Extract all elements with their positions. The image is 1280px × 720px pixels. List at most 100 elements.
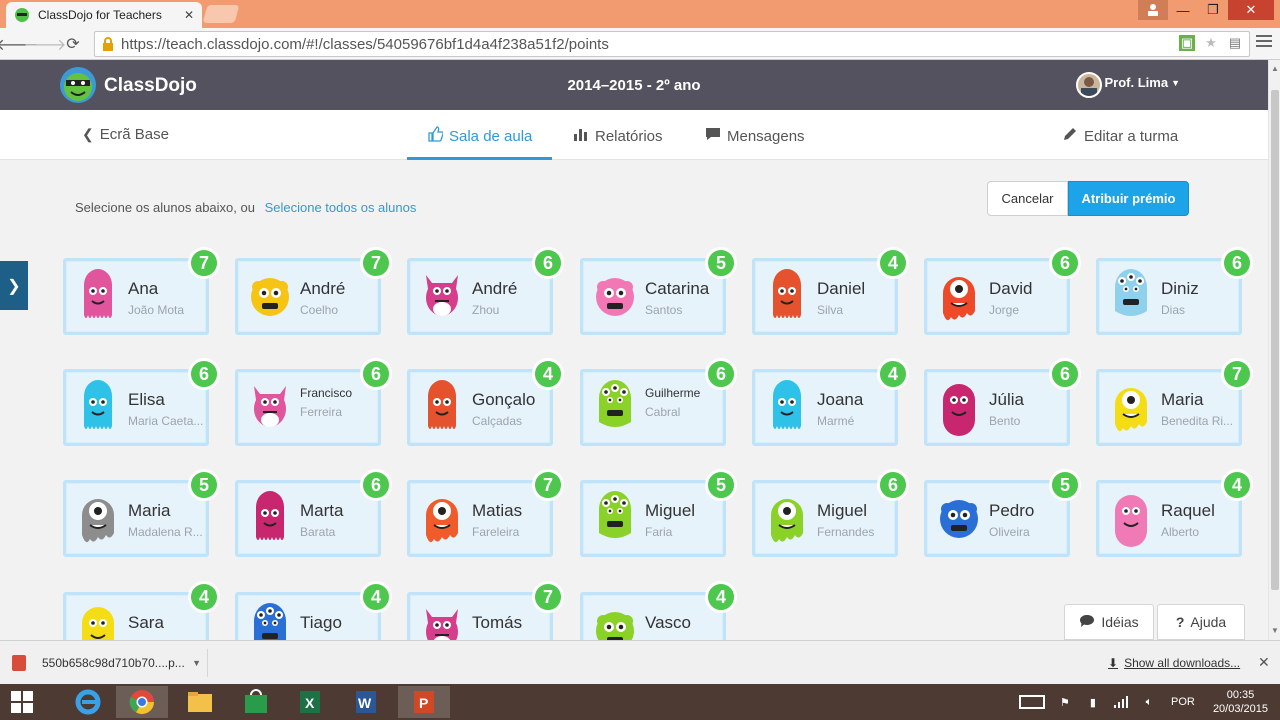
- ideas-label: Idéias: [1101, 614, 1139, 630]
- student-card[interactable]: André Coelho 7: [235, 247, 392, 335]
- points-badge: 5: [1049, 469, 1081, 501]
- page-scrollbar[interactable]: ▲ ▼: [1268, 60, 1280, 640]
- student-card[interactable]: Maria Madalena R... 5: [63, 469, 220, 557]
- student-last-name: Madalena R...: [128, 525, 203, 539]
- points-badge: 6: [1049, 247, 1081, 279]
- student-card[interactable]: Ana João Mota 7: [63, 247, 220, 335]
- student-first-name: Francisco: [300, 386, 353, 400]
- downloads-close-icon[interactable]: ✕: [1258, 654, 1270, 671]
- powerpoint-icon[interactable]: P: [398, 686, 450, 718]
- student-last-name: Santos: [645, 303, 683, 317]
- points-badge: 6: [360, 358, 392, 390]
- download-item[interactable]: 550b658c98d710b70....p... ▼: [8, 649, 208, 677]
- store-icon[interactable]: [230, 686, 282, 718]
- student-card[interactable]: Diniz Dias 6: [1096, 247, 1253, 335]
- svg-text:P: P: [419, 695, 428, 711]
- student-first-name: Maria: [128, 501, 171, 520]
- monster-avatar-icon: [591, 487, 639, 551]
- points-badge: 7: [532, 469, 564, 501]
- student-card[interactable]: Guilherme Cabral 6: [580, 358, 737, 446]
- word-icon[interactable]: W: [340, 686, 392, 718]
- action-center-flag-icon[interactable]: ⚑: [1056, 694, 1074, 710]
- monster-avatar-icon: [935, 376, 983, 440]
- chrome-icon[interactable]: [116, 686, 168, 718]
- keyboard-icon[interactable]: [1018, 694, 1046, 710]
- show-all-label: Show all downloads...: [1124, 656, 1241, 670]
- student-last-name: Silva: [817, 303, 844, 317]
- download-options-icon[interactable]: ▼: [192, 658, 201, 668]
- points-badge: 4: [877, 358, 909, 390]
- language-indicator[interactable]: POR: [1168, 694, 1198, 710]
- student-first-name: Guilherme: [645, 386, 701, 400]
- student-card[interactable]: Maria Benedita Ri... 7: [1096, 358, 1253, 446]
- student-card[interactable]: Gonçalo Calçadas 4: [407, 358, 564, 446]
- monster-avatar-icon: [246, 376, 294, 440]
- monster-avatar-icon: [74, 376, 122, 440]
- battery-icon[interactable]: ▮: [1084, 694, 1102, 710]
- scroll-thumb[interactable]: [1271, 90, 1279, 590]
- download-arrow-icon: ⬇: [1108, 656, 1119, 670]
- student-first-name: Catarina: [645, 279, 710, 298]
- student-card[interactable]: Júlia Bento 6: [924, 358, 1081, 446]
- scroll-down-icon[interactable]: ▼: [1271, 626, 1279, 635]
- student-grid: Ana João Mota 7 André Coelho 7 André Zhou 6 Catar…: [0, 0, 1268, 669]
- student-first-name: Miguel: [645, 501, 696, 520]
- excel-icon[interactable]: X: [284, 686, 336, 718]
- points-badge: 6: [705, 358, 737, 390]
- student-first-name: Joana: [817, 390, 864, 409]
- monster-avatar-icon: [935, 265, 983, 329]
- student-last-name: Bento: [989, 414, 1021, 428]
- student-last-name: Calçadas: [472, 414, 523, 428]
- points-badge: 4: [1221, 469, 1253, 501]
- help-button[interactable]: ? Ajuda: [1157, 604, 1245, 640]
- monster-avatar-icon: [418, 487, 466, 551]
- clock-date: 20/03/2015: [1212, 703, 1268, 715]
- student-last-name: Barata: [300, 525, 336, 539]
- windows-taskbar: X W P ⚑ ▮ 🔈︎ POR 00:35 20/03/2015: [0, 684, 1280, 720]
- points-badge: 4: [705, 581, 737, 613]
- student-first-name: Raquel: [1161, 501, 1215, 520]
- student-card[interactable]: Miguel Fernandes 6: [752, 469, 909, 557]
- points-badge: 6: [877, 469, 909, 501]
- volume-icon[interactable]: 🔈︎: [1140, 694, 1158, 710]
- student-card[interactable]: Elisa Maria Caeta... 6: [63, 358, 220, 446]
- student-first-name: Sara: [128, 613, 164, 632]
- download-filename: 550b658c98d710b70....p...: [42, 656, 185, 670]
- taskbar-clock[interactable]: 00:35 20/03/2015: [1213, 688, 1268, 716]
- ideas-button[interactable]: Idéias: [1064, 604, 1154, 640]
- student-first-name: Vasco: [645, 613, 691, 632]
- monster-avatar-icon: [763, 265, 811, 329]
- student-card[interactable]: David Jorge 6: [924, 247, 1081, 335]
- student-first-name: Maria: [1161, 390, 1204, 409]
- student-card[interactable]: Raquel Alberto 4: [1096, 469, 1253, 557]
- student-last-name: Benedita Ri...: [1161, 414, 1234, 428]
- student-card[interactable]: Pedro Oliveira 5: [924, 469, 1081, 557]
- student-card[interactable]: Daniel Silva 4: [752, 247, 909, 335]
- student-card[interactable]: Joana Marmé 4: [752, 358, 909, 446]
- internet-explorer-icon[interactable]: [62, 686, 114, 718]
- student-last-name: Cabral: [645, 405, 681, 419]
- show-all-downloads-link[interactable]: ⬇ Show all downloads...: [1108, 656, 1240, 670]
- network-signal-icon[interactable]: [1112, 694, 1130, 710]
- points-badge: 4: [360, 581, 392, 613]
- windows-start-icon[interactable]: [0, 686, 44, 718]
- points-badge: 4: [877, 247, 909, 279]
- question-icon: ?: [1175, 614, 1185, 630]
- student-first-name: David: [989, 279, 1033, 298]
- student-card[interactable]: Catarina Santos 5: [580, 247, 737, 335]
- points-badge: 5: [705, 469, 737, 501]
- chat-bubble-icon: [1079, 614, 1095, 631]
- file-explorer-icon[interactable]: [174, 686, 226, 718]
- scroll-up-icon[interactable]: ▲: [1271, 64, 1279, 73]
- monster-avatar-icon: [246, 265, 294, 329]
- student-first-name: Marta: [300, 501, 344, 520]
- student-last-name: Maria Caeta...: [128, 414, 204, 428]
- student-card[interactable]: André Zhou 6: [407, 247, 564, 335]
- student-card[interactable]: Miguel Faria 5: [580, 469, 737, 557]
- student-card[interactable]: Matias Fareleira 7: [407, 469, 564, 557]
- student-card[interactable]: Marta Barata 6: [235, 469, 392, 557]
- monster-avatar-icon: [591, 265, 639, 329]
- svg-text:W: W: [358, 695, 372, 711]
- student-card[interactable]: Francisco Ferreira 6: [235, 358, 392, 446]
- points-badge: 6: [188, 358, 220, 390]
